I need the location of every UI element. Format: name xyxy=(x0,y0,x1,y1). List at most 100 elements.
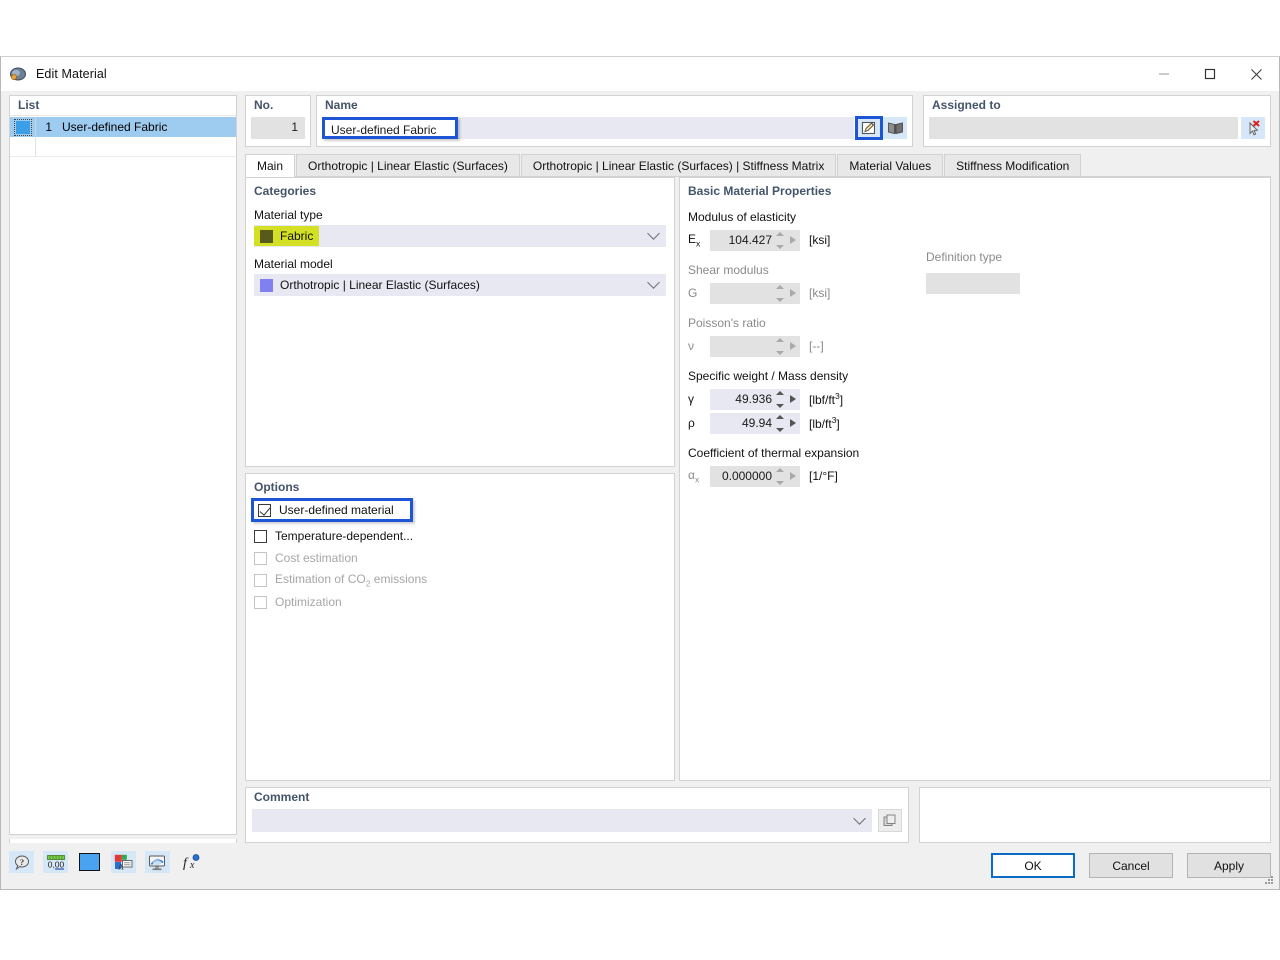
tab-stiffness-modification[interactable]: Stiffness Modification xyxy=(944,154,1082,176)
help-info-button[interactable]: ? xyxy=(9,851,34,873)
tab-material-values[interactable]: Material Values xyxy=(837,154,944,176)
apply-button[interactable]: Apply xyxy=(1187,853,1271,878)
name-input-focused[interactable]: User-defined Fabric xyxy=(322,117,458,139)
comment-templates-button[interactable] xyxy=(878,809,902,832)
assigned-deselect-button[interactable] xyxy=(1241,117,1265,139)
maximize-button[interactable] xyxy=(1187,57,1233,91)
decimal-places-button[interactable]: 0,00 xyxy=(43,851,68,873)
color-button[interactable] xyxy=(77,851,102,873)
graphic-print-button[interactable] xyxy=(145,851,170,873)
arrow-up-icon xyxy=(775,337,784,342)
svg-text:A: A xyxy=(118,862,124,871)
arrow-up-icon xyxy=(775,414,784,419)
ok-button[interactable]: OK xyxy=(991,853,1075,878)
tab-content-main: Categories Material type Fabric Material… xyxy=(245,177,1271,781)
assigned-to-label: Assigned to xyxy=(932,98,1001,112)
rho-input[interactable]: 49.94 xyxy=(710,412,800,434)
name-label: Name xyxy=(325,98,358,112)
resize-grip[interactable] xyxy=(1263,874,1275,886)
edit-material-dialog: Edit Material List 1 User-defined Fabric… xyxy=(0,56,1280,890)
option-user-defined-material[interactable]: User-defined material xyxy=(251,498,413,522)
list-item-color-cell[interactable] xyxy=(10,117,36,137)
alpha-input[interactable]: 0.000000 xyxy=(710,465,800,487)
spinner-arrows[interactable] xyxy=(775,390,784,408)
material-type-dropdown[interactable]: Fabric xyxy=(254,225,666,247)
assigned-to-field xyxy=(929,117,1238,139)
display-properties-button[interactable]: A xyxy=(111,851,136,873)
rho-unit: [lb/ft3] xyxy=(809,415,840,431)
arrow-right-icon[interactable] xyxy=(790,394,796,403)
spinner-arrows[interactable] xyxy=(775,467,784,485)
material-model-label: Material model xyxy=(254,257,333,271)
comment-side-panel xyxy=(919,787,1271,843)
shear-input xyxy=(710,282,800,304)
shear-symbol: G xyxy=(688,286,698,300)
arrow-right-icon[interactable] xyxy=(790,471,796,480)
material-model-dropdown[interactable]: Orthotropic | Linear Elastic (Surfaces) xyxy=(254,274,666,296)
bottom-bar: ? 0,00 A f x OK Cancel Apply xyxy=(1,843,1279,889)
checkbox-icon[interactable] xyxy=(254,529,267,543)
arrow-down-icon xyxy=(775,403,784,408)
list-item-label: User-defined Fabric xyxy=(62,120,168,134)
close-button[interactable] xyxy=(1233,57,1279,91)
material-list-panel: List 1 User-defined Fabric xyxy=(9,95,237,835)
checkbox-icon xyxy=(254,595,267,609)
list-empty-row[interactable] xyxy=(10,137,236,157)
screen: Edit Material List 1 User-defined Fabric… xyxy=(0,0,1280,960)
basic-material-properties-group: Basic Material Properties Modulus of ela… xyxy=(679,177,1271,781)
material-list[interactable]: 1 User-defined Fabric xyxy=(10,117,236,834)
no-label: No. xyxy=(254,98,274,112)
modulus-symbol: Ex xyxy=(688,231,701,249)
arrow-right-icon[interactable] xyxy=(790,418,796,427)
gamma-unit: [lbf/ft3] xyxy=(809,391,844,407)
assigned-to-group: Assigned to xyxy=(923,95,1271,147)
header-bar: No. 1 Name User-defined Fabric Assigned … xyxy=(245,95,1271,147)
option-label: Estimation of CO2 emissions xyxy=(275,571,428,589)
name-group: Name User-defined Fabric xyxy=(316,95,913,147)
modulus-row: Ex 104.427 [ksi] xyxy=(680,229,1270,251)
name-field[interactable]: User-defined Fabric xyxy=(322,117,854,139)
definition-type-group: Definition type xyxy=(926,250,1020,294)
minimize-button[interactable] xyxy=(1141,57,1187,91)
material-type-label: Material type xyxy=(254,208,323,222)
tab-orthotropic-stiffness-matrix[interactable]: Orthotropic | Linear Elastic (Surfaces) … xyxy=(520,154,837,176)
cancel-button[interactable]: Cancel xyxy=(1089,853,1173,878)
rho-row: ρ 49.94 [lb/ft3] xyxy=(680,412,1270,434)
chevron-down-icon xyxy=(647,227,660,240)
list-item-number: 1 xyxy=(45,120,52,134)
name-library-button[interactable] xyxy=(883,117,907,139)
window-title: Edit Material xyxy=(36,67,107,81)
list-item[interactable]: 1 User-defined Fabric xyxy=(10,117,236,137)
comment-input[interactable] xyxy=(252,809,872,832)
window-controls xyxy=(1141,57,1279,91)
comment-label: Comment xyxy=(254,790,310,804)
gamma-symbol: γ xyxy=(688,392,694,406)
alpha-row: αx 0.000000 [1/°F] xyxy=(680,465,1270,487)
arrow-up-icon xyxy=(775,284,784,289)
spinner-arrows[interactable] xyxy=(775,414,784,432)
tab-main[interactable]: Main xyxy=(245,154,296,177)
option-temperature-dependent[interactable]: Temperature-dependent... xyxy=(246,525,674,547)
arrow-right-icon[interactable] xyxy=(790,235,796,244)
checkbox-icon[interactable] xyxy=(258,503,271,517)
spinner-arrows[interactable] xyxy=(775,231,784,249)
material-type-value: Fabric xyxy=(280,229,314,243)
modulus-symbol-subscript: x xyxy=(696,238,701,249)
modulus-unit: [ksi] xyxy=(809,233,831,247)
alpha-value: 0.000000 xyxy=(721,469,772,483)
arrow-up-icon xyxy=(775,467,784,472)
chevron-down-icon[interactable] xyxy=(853,812,866,825)
gamma-input[interactable]: 49.936 xyxy=(710,388,800,410)
main-area: No. 1 Name User-defined Fabric Assigned … xyxy=(245,95,1271,843)
svg-text:f: f xyxy=(183,856,189,871)
tab-orthotropic-linear-elastic-surfaces[interactable]: Orthotropic | Linear Elastic (Surfaces) xyxy=(296,154,520,176)
option-label: Temperature-dependent... xyxy=(275,529,414,543)
title-bar[interactable]: Edit Material xyxy=(1,57,1279,91)
comment-group: Comment xyxy=(245,787,909,843)
thermal-expansion-label: Coefficient of thermal expansion xyxy=(688,446,860,460)
formula-button[interactable]: f x xyxy=(179,851,204,873)
modulus-input[interactable]: 104.427 xyxy=(710,229,800,251)
poisson-row: ν [--] xyxy=(680,335,1270,357)
name-edit-button[interactable] xyxy=(855,116,883,140)
categories-title: Categories xyxy=(254,184,317,198)
